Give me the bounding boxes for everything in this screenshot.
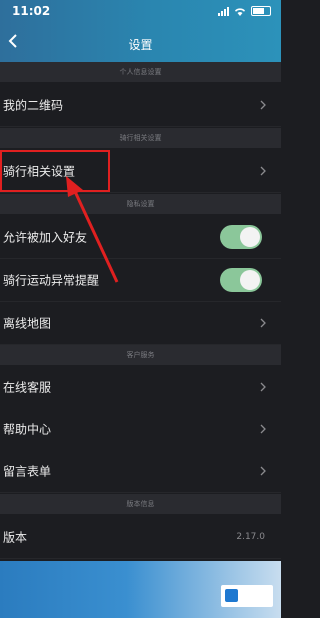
row-offline-map[interactable]: 离线地图 bbox=[0, 302, 281, 345]
row-label: 离线地图 bbox=[3, 316, 52, 331]
row-message-form[interactable]: 留言表单 bbox=[0, 450, 281, 493]
row-riding-alert: 骑行运动异常提醒 bbox=[0, 259, 281, 302]
row-label: 留言表单 bbox=[3, 464, 52, 479]
watermark-logo-icon bbox=[225, 589, 238, 602]
page-title: 设置 bbox=[128, 38, 153, 52]
riding-alert-toggle[interactable] bbox=[220, 268, 262, 292]
section-header-version: 版本信息 bbox=[0, 494, 281, 514]
watermark-logo bbox=[221, 585, 273, 607]
row-label: 版本 bbox=[3, 530, 28, 545]
section-header-riding: 骑行相关设置 bbox=[0, 128, 281, 148]
section-header-privacy: 隐私设置 bbox=[0, 194, 281, 214]
row-label: 我的二维码 bbox=[3, 98, 64, 113]
row-label: 允许被加入好友 bbox=[3, 230, 88, 245]
wifi-icon bbox=[235, 7, 245, 16]
chevron-right-icon bbox=[260, 382, 266, 392]
chevron-right-icon bbox=[260, 100, 266, 110]
toggle-knob bbox=[240, 270, 260, 290]
row-label: 骑行运动异常提醒 bbox=[3, 273, 100, 288]
section-header-personal: 个人信息设置 bbox=[0, 62, 281, 82]
chevron-right-icon bbox=[260, 466, 266, 476]
row-label: 在线客服 bbox=[3, 380, 52, 395]
chevron-right-icon bbox=[260, 166, 266, 176]
row-online-service[interactable]: 在线客服 bbox=[0, 366, 281, 409]
section-header-service: 客户服务 bbox=[0, 345, 281, 365]
status-time: 11:02 bbox=[12, 4, 51, 18]
chevron-right-icon bbox=[260, 318, 266, 328]
cellular-signal-icon bbox=[218, 6, 229, 16]
allow-friends-toggle[interactable] bbox=[220, 225, 262, 249]
row-allow-friends: 允许被加入好友 bbox=[0, 216, 281, 259]
battery-icon bbox=[251, 6, 271, 16]
nav-header: 11:02 设置 bbox=[0, 0, 281, 62]
row-label: 帮助中心 bbox=[3, 422, 52, 437]
chevron-right-icon bbox=[260, 424, 266, 434]
row-version: 版本 2.17.0 bbox=[0, 516, 281, 559]
version-value: 2.17.0 bbox=[236, 532, 265, 542]
row-help-center[interactable]: 帮助中心 bbox=[0, 408, 281, 451]
highlight-box bbox=[0, 150, 110, 192]
status-icons bbox=[218, 6, 271, 16]
toggle-knob bbox=[240, 227, 260, 247]
row-my-qrcode[interactable]: 我的二维码 bbox=[0, 84, 281, 127]
